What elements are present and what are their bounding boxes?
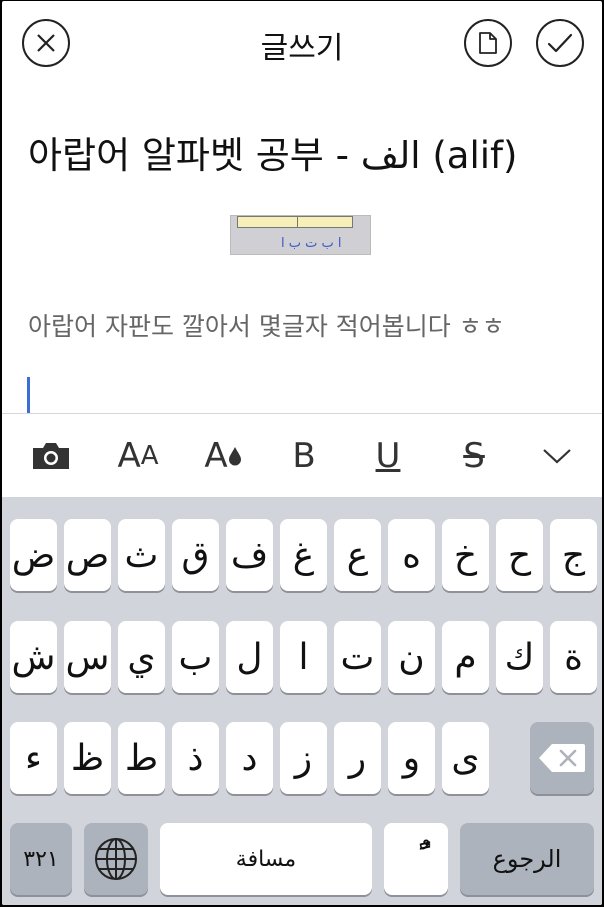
key[interactable]: ء xyxy=(10,722,57,794)
attached-image[interactable]: ا ب ت ب ا xyxy=(230,215,371,255)
space-key[interactable]: مسافة xyxy=(160,823,372,895)
image-panel xyxy=(237,216,299,228)
text-cursor xyxy=(27,377,30,414)
save-draft-button[interactable] xyxy=(464,19,512,67)
collapse-toolbar-button[interactable] xyxy=(538,428,576,484)
key[interactable]: ن xyxy=(388,621,435,693)
color-drop-icon xyxy=(228,447,241,466)
image-caption: ا ب ت ب ا xyxy=(281,236,342,251)
key[interactable]: م xyxy=(442,621,489,693)
key[interactable]: ة xyxy=(550,621,597,693)
key[interactable]: ل xyxy=(226,621,273,693)
check-icon xyxy=(547,33,573,53)
numbers-key[interactable]: ٣٢١ xyxy=(10,823,72,895)
key[interactable]: ض xyxy=(10,519,57,591)
top-bar: 글쓰기 xyxy=(2,1,602,87)
camera-icon xyxy=(33,443,69,469)
key[interactable]: ث xyxy=(118,519,165,591)
chevron-down-icon xyxy=(543,449,571,464)
key[interactable]: ج xyxy=(550,519,597,591)
key[interactable]: خ xyxy=(442,519,489,591)
font-color-button[interactable]: A xyxy=(198,428,248,484)
publish-button[interactable] xyxy=(536,19,584,67)
globe-key[interactable] xyxy=(84,823,148,895)
key[interactable]: و xyxy=(388,722,435,794)
key[interactable]: ح xyxy=(496,519,543,591)
key[interactable]: ب xyxy=(172,621,219,693)
key[interactable]: ا xyxy=(280,621,327,693)
key[interactable]: د xyxy=(226,722,273,794)
image-panel xyxy=(297,216,353,228)
key[interactable]: ر xyxy=(334,722,381,794)
font-size-small: A xyxy=(140,441,159,471)
key[interactable]: ت xyxy=(334,621,381,693)
compose-screen: 글쓰기 아랍어 알파벳 공부 - الف (alif) ا ب ت ب ا 아랍… xyxy=(2,1,602,905)
key[interactable]: غ xyxy=(280,519,327,591)
post-title[interactable]: 아랍어 알파벳 공부 - الف (alif) xyxy=(28,125,517,179)
document-icon xyxy=(479,32,497,54)
key[interactable]: ى xyxy=(442,722,489,794)
key[interactable]: ي xyxy=(118,621,165,693)
font-size-large: A xyxy=(117,436,141,476)
key[interactable]: ز xyxy=(280,722,327,794)
post-body[interactable]: 아랍어 자판도 깔아서 몇글자 적어봅니다 ㅎㅎ xyxy=(28,307,505,343)
key[interactable]: ظ xyxy=(64,722,111,794)
page-title: 글쓰기 xyxy=(260,31,344,66)
key[interactable]: ك xyxy=(496,621,543,693)
key[interactable]: ط xyxy=(118,722,165,794)
globe-icon xyxy=(95,838,137,880)
diacritics-key[interactable]: ًٌ xyxy=(384,823,448,895)
key[interactable]: ع xyxy=(334,519,381,591)
camera-button[interactable] xyxy=(28,428,74,484)
underline-button[interactable]: U xyxy=(370,428,406,484)
strikethrough-button[interactable]: S xyxy=(454,428,494,484)
key[interactable]: ص xyxy=(64,519,111,591)
key[interactable]: س xyxy=(64,621,111,693)
key[interactable]: ش xyxy=(10,621,57,693)
key[interactable]: ذ xyxy=(172,722,219,794)
font-size-button[interactable]: AA xyxy=(110,428,166,484)
font-color-label: A xyxy=(204,436,228,476)
key[interactable]: ق xyxy=(172,519,219,591)
format-toolbar: AA A B U S xyxy=(2,413,602,498)
backspace-icon xyxy=(539,744,585,772)
arabic-keyboard: ض ص ث ق ف غ ع ه خ ح ج ش س ي ب ل ا ت ن م … xyxy=(2,497,602,905)
bold-button[interactable]: B xyxy=(286,428,322,484)
key[interactable]: ه xyxy=(388,519,435,591)
return-key[interactable]: الرجوع xyxy=(460,823,594,895)
backspace-key[interactable] xyxy=(530,722,594,794)
key[interactable]: ف xyxy=(226,519,273,591)
